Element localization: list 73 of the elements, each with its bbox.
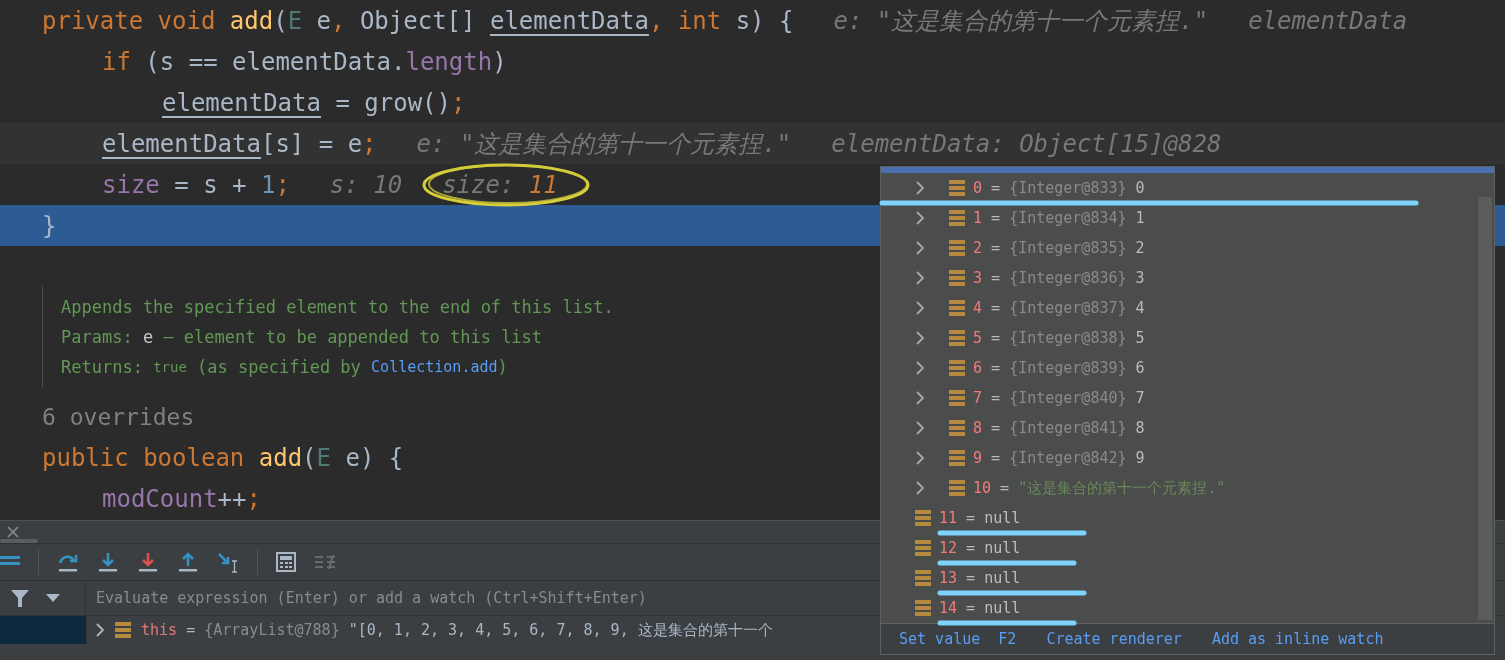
array-element[interactable]: 8 = {Integer@841} 8 [973, 419, 1145, 437]
chevron-right-icon[interactable] [915, 210, 925, 226]
code-line: } [42, 211, 57, 240]
inline-hint: elementData: Object[15]@828 [831, 129, 1222, 158]
chevron-right-icon[interactable] [915, 240, 925, 256]
inline-hint: e: "这是集合的第十一个元素捏." [416, 128, 792, 160]
doc-line: Params: e – element to be appended to this list [61, 326, 543, 349]
field-icon [949, 330, 965, 346]
filter-icon[interactable] [10, 588, 30, 608]
chevron-right-icon[interactable] [915, 330, 925, 346]
array-element[interactable]: 4 = {Integer@837} 4 [973, 299, 1145, 317]
chevron-right-icon[interactable] [915, 450, 925, 466]
array-element[interactable]: 0 = {Integer@833} 0 [973, 179, 1145, 197]
chevron-right-icon[interactable] [915, 480, 925, 496]
inline-hint: e: "这是集合的第十一个元素捏." [833, 5, 1209, 37]
field-icon [949, 180, 965, 196]
inline-hint: elementData [1248, 6, 1408, 35]
field-icon [915, 600, 931, 616]
field-icon [915, 540, 931, 556]
field-icon [915, 570, 931, 586]
field-icon [949, 450, 965, 466]
inline-hint: s: 10 [329, 170, 403, 199]
chevron-right-icon[interactable] [95, 623, 105, 637]
close-icon[interactable] [6, 525, 20, 539]
chevron-right-icon[interactable] [915, 270, 925, 286]
field-icon [949, 270, 965, 286]
array-element[interactable]: 11 = null [939, 509, 1021, 527]
code-line: modCount++; [102, 484, 261, 513]
chevron-right-icon[interactable] [915, 420, 925, 436]
doc-line: Returns: true (as specified by Collection.add) [61, 356, 508, 379]
step-out-icon[interactable] [177, 551, 199, 573]
calculator-icon[interactable] [276, 552, 296, 572]
variable-entry[interactable]: this = {ArrayList@788} "[0, 1, 2, 3, 4, 5, 6, 7, 8, 9, 这是集合的第十一个 [141, 620, 773, 640]
popup-action-link[interactable]: Create renderer [1046, 630, 1182, 648]
array-element[interactable]: 12 = null [939, 539, 1021, 557]
inline-hint: size: 11 [442, 170, 558, 199]
popup-action-link[interactable]: Set value F2 [899, 630, 1017, 648]
code-line: elementData = grow(); [162, 88, 466, 117]
array-element[interactable]: 9 = {Integer@842} 9 [973, 449, 1145, 467]
doc-line: Appends the specified element to the end of this list. [61, 296, 614, 319]
field-icon [949, 420, 965, 436]
field-icon [949, 240, 965, 256]
field-icon [115, 622, 131, 638]
trace-icon[interactable] [314, 552, 336, 572]
chevron-right-icon[interactable] [915, 390, 925, 406]
popup-action-link[interactable]: Add as inline watch [1211, 630, 1384, 648]
array-element[interactable]: 3 = {Integer@836} 3 [973, 269, 1145, 287]
field-icon [949, 480, 965, 496]
code-line: size = s + 1; [102, 170, 290, 199]
doc-link[interactable]: Collection.add [371, 358, 498, 376]
run-to-cursor-icon[interactable] [217, 551, 239, 573]
overrides-label[interactable]: 6 overrides [42, 403, 195, 430]
force-step-into-icon[interactable] [137, 551, 159, 573]
code-line: public boolean add(E e) { [42, 443, 404, 472]
array-element[interactable]: 14 = null [939, 599, 1021, 617]
array-element[interactable]: 2 = {Integer@835} 2 [973, 239, 1145, 257]
step-into-icon[interactable] [97, 551, 119, 573]
chevron-right-icon[interactable] [915, 180, 925, 196]
array-element[interactable]: 7 = {Integer@840} 7 [973, 389, 1145, 407]
dropdown-caret-icon[interactable] [46, 594, 60, 602]
code-line: elementData[s] = e; [102, 129, 377, 158]
array-element[interactable]: 1 = {Integer@834} 1 [973, 209, 1145, 227]
chevron-right-icon[interactable] [915, 360, 925, 376]
field-icon [949, 360, 965, 376]
field-icon [949, 300, 965, 316]
field-icon [949, 390, 965, 406]
array-element[interactable]: 6 = {Integer@839} 6 [973, 359, 1145, 377]
field-icon [949, 210, 965, 226]
code-line: private void add(E e, Object[] elementData, int s) { [42, 6, 794, 35]
code-line: if (s == elementData.length) [102, 47, 507, 76]
array-element[interactable]: 5 = {Integer@838} 5 [973, 329, 1145, 347]
field-icon [915, 510, 931, 526]
chevron-right-icon[interactable] [915, 300, 925, 316]
